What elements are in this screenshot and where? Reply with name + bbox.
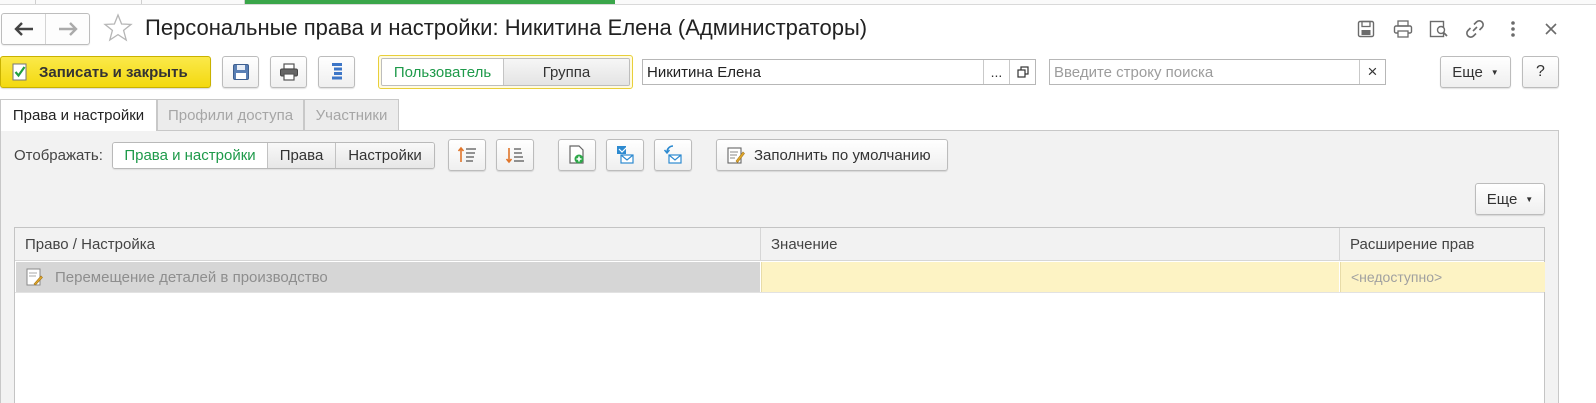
import-mail-button[interactable] (654, 139, 692, 171)
printer-icon (279, 63, 298, 81)
column-header-value[interactable]: Значение (761, 228, 1339, 261)
forward-button[interactable] (45, 14, 89, 44)
link-window-button[interactable] (1464, 18, 1486, 40)
list-report-icon (331, 63, 342, 80)
link-icon (1466, 20, 1484, 38)
fill-default-label: Заполнить по умолчанию (754, 146, 931, 164)
select-user-button[interactable]: ... (983, 60, 1009, 84)
print-window-button[interactable] (1392, 18, 1414, 40)
save-and-close-label: Записать и закрыть (39, 63, 188, 81)
dropdown-arrow-icon: ▼ (1525, 194, 1534, 204)
arrow-left-icon (13, 22, 33, 36)
search-clear-button[interactable]: × (1359, 60, 1385, 84)
close-window-button[interactable] (1540, 18, 1562, 40)
row-value-cell[interactable] (761, 262, 1339, 292)
mail-export-icon (617, 146, 634, 164)
user-input[interactable]: Никитина Елена (643, 64, 983, 81)
rights-table: Право / Настройка Значение Расширение пр… (14, 227, 1545, 403)
view-switch: Права и настройки Права Настройки (112, 142, 435, 169)
back-button[interactable] (2, 14, 45, 44)
fill-default-button[interactable]: Заполнить по умолчанию (716, 139, 948, 171)
more-window-button[interactable] (1502, 18, 1524, 40)
column-header-extension[interactable]: Расширение прав (1340, 228, 1545, 261)
user-field: Никитина Елена ... (642, 59, 1036, 85)
tab-members[interactable]: Участники (304, 99, 399, 130)
window-tab-slot[interactable] (0, 0, 36, 4)
window-tab-slot[interactable] (142, 0, 245, 4)
row-name-label: Перемещение деталей в производство (55, 268, 328, 286)
show-label: Отображать: (14, 147, 103, 164)
mail-import-icon (663, 145, 682, 164)
tab-rights-settings[interactable]: Права и настройки (0, 99, 157, 131)
preview-icon (1429, 20, 1448, 38)
tab-access-profiles[interactable]: Профили доступа (157, 99, 304, 130)
add-document-button[interactable] (558, 139, 596, 171)
fill-form-icon (727, 147, 745, 164)
view-rights-settings-option[interactable]: Права и настройки (113, 143, 267, 168)
open-user-button[interactable] (1009, 60, 1035, 84)
document-check-icon (12, 63, 27, 81)
floppy-disk-icon (1357, 20, 1375, 38)
window-tab-strip (0, 0, 1596, 5)
window-tab-slot[interactable] (36, 0, 142, 4)
active-window-tab-indicator[interactable] (245, 0, 615, 4)
more-label: Еще (1452, 63, 1483, 81)
star-icon (103, 13, 133, 42)
more-button[interactable]: Еще ▼ (1440, 56, 1511, 88)
floppy-disk-icon (232, 64, 249, 80)
favorite-star-button[interactable] (103, 13, 133, 43)
dropdown-arrow-icon: ▼ (1490, 67, 1499, 77)
mode-user-option[interactable]: Пользователь (382, 59, 503, 85)
mode-switch: Пользователь Группа (378, 55, 633, 89)
row-extension-cell: <недоступно> (1340, 262, 1545, 292)
table-header: Право / Настройка Значение Расширение пр… (15, 228, 1544, 261)
navigation-group (1, 13, 90, 45)
search-input[interactable]: Введите строку поиска (1050, 64, 1359, 81)
add-document-icon (569, 145, 584, 164)
column-header-right[interactable]: Право / Настройка (15, 228, 760, 261)
view-rights-option[interactable]: Права (267, 143, 335, 168)
sort-ascending-icon (457, 146, 476, 162)
sort-ascending-button[interactable] (448, 139, 486, 171)
close-icon (1545, 23, 1557, 35)
help-button[interactable]: ? (1522, 56, 1559, 88)
export-mail-button[interactable] (606, 139, 644, 171)
preview-window-button[interactable] (1428, 18, 1450, 40)
printer-icon (1393, 20, 1413, 38)
save-window-button[interactable] (1355, 18, 1377, 40)
row-name-cell[interactable]: Перемещение деталей в производство (16, 262, 760, 292)
setting-document-icon (26, 268, 43, 286)
search-field: Введите строку поиска × (1049, 59, 1386, 85)
page-title: Персональные права и настройки: Никитина… (145, 15, 868, 40)
sort-descending-icon (505, 148, 524, 164)
more-vertical-icon (1511, 21, 1515, 37)
sort-descending-button[interactable] (496, 139, 534, 171)
panel-more-label: Еще (1486, 190, 1518, 208)
mode-group-option[interactable]: Группа (503, 59, 629, 85)
save-and-close-button[interactable]: Записать и закрыть (0, 56, 211, 88)
panel-more-button[interactable]: Еще ▼ (1475, 183, 1545, 215)
report-button[interactable] (318, 56, 355, 88)
view-settings-option[interactable]: Настройки (335, 143, 434, 168)
print-button[interactable] (270, 56, 307, 88)
save-button[interactable] (222, 56, 259, 88)
arrow-right-icon (58, 22, 78, 36)
open-window-icon (1016, 66, 1029, 78)
table-row[interactable]: Перемещение деталей в производство <недо… (15, 262, 1545, 293)
